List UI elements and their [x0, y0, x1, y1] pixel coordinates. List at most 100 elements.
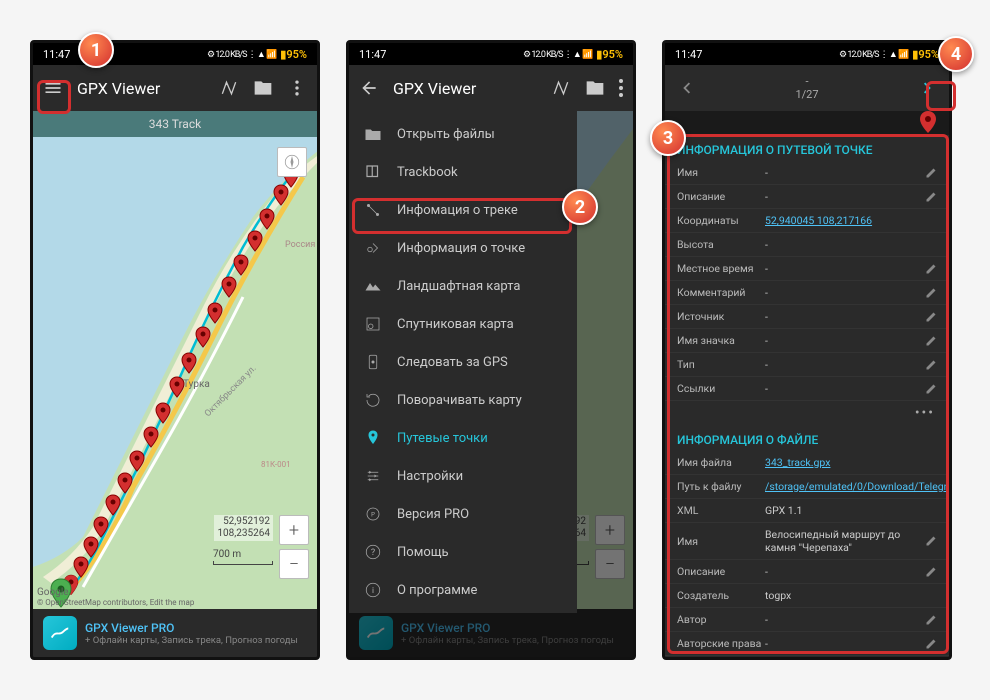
info-label: Описание — [677, 565, 765, 578]
info-value: - — [765, 286, 925, 299]
waypoint-nav-bar: -1/27 — [665, 65, 949, 111]
info-row: Местное время- — [665, 257, 949, 281]
drawer-item-pro[interactable]: PВерсия PRO — [349, 495, 577, 533]
map-attribution: Google© OpenStreetMap contributors, Edit… — [37, 587, 194, 607]
edit-icon[interactable] — [925, 566, 937, 578]
info-label: Ссылки — [677, 382, 765, 395]
drawer-item-satellite[interactable]: Спутниковая карта — [349, 305, 577, 343]
app-title: GPX Viewer — [77, 79, 205, 98]
svg-text:Россия: Россия — [285, 240, 315, 250]
info-label: Высота — [677, 238, 765, 251]
info-row: Имя- — [665, 161, 949, 185]
nav-counter: -1/27 — [697, 75, 917, 101]
info-value: - — [765, 310, 925, 323]
drawer-item-help[interactable]: ? Помощь — [349, 533, 577, 571]
coords-display: 52,952192108,235264 — [214, 515, 273, 541]
edit-icon[interactable] — [925, 287, 937, 299]
drawer-item-gps[interactable]: Следовать за GPS — [349, 343, 577, 381]
info-value[interactable]: /storage/emulated/0/Download/Telegram/34… — [765, 480, 949, 493]
info-label: Описание — [677, 190, 765, 203]
info-row: Время- — [665, 656, 949, 660]
info-row: Создательtogpx — [665, 584, 949, 608]
chevron-right-icon[interactable] — [917, 77, 939, 99]
drawer-item-label: Помощь — [397, 545, 449, 560]
info-row: Имя файла343_track.gpx — [665, 451, 949, 475]
screenshot-2: 11:47 ⚙ 12.0 KB/S ⋮ ▲ 📶▮95% GPX Viewer +… — [346, 40, 636, 660]
info-label: Имя — [677, 535, 765, 548]
info-value[interactable]: 343_track.gpx — [765, 456, 937, 469]
edit-icon[interactable] — [925, 191, 937, 203]
drawer-item-book[interactable]: Trackbook — [349, 153, 577, 191]
annotation-badge-4: 4 — [938, 36, 974, 72]
track-name-bar[interactable]: 343 Track — [33, 111, 317, 137]
info-label: XML — [677, 504, 765, 517]
drawer-item-label: Версия PRO — [397, 507, 469, 522]
drawer-item-label: Открыть файлы — [397, 127, 495, 142]
info-row: Координаты52,940045 108,217166 — [665, 209, 949, 233]
edit-icon[interactable] — [925, 614, 937, 626]
edit-icon[interactable] — [925, 311, 937, 323]
help-icon: ? — [363, 543, 383, 561]
map-viewport[interactable]: Октябрьская ул. Турка 81К-001 Россия — [33, 137, 317, 609]
info-row: Автор- — [665, 608, 949, 632]
info-value: - — [765, 637, 925, 650]
drawer-item-waypoint-info[interactable]: Информация о точке — [349, 229, 577, 267]
zoom-in-button[interactable]: + — [279, 515, 309, 545]
drawer-item-label: О программе — [397, 583, 477, 598]
info-row: Комментарий- — [665, 281, 949, 305]
map-route-icon[interactable] — [551, 78, 571, 98]
scale-bar: 700 m — [213, 549, 273, 565]
info-row: Ссылки- — [665, 377, 949, 401]
book-icon — [363, 163, 383, 181]
drawer-item-settings[interactable]: Настройки — [349, 457, 577, 495]
promo-subtitle: + Офлайн карты, Запись трека, Прогноз по… — [85, 635, 307, 646]
back-arrow-icon[interactable] — [359, 78, 379, 98]
info-label: Имя — [677, 166, 765, 179]
info-value: - — [765, 358, 925, 371]
info-label: Автор — [677, 613, 765, 626]
compass-button[interactable] — [277, 147, 307, 177]
promo-banner[interactable]: GPX Viewer PRO + Офлайн карты, Запись тр… — [33, 609, 317, 657]
svg-text:Турка: Турка — [183, 379, 210, 390]
folder-icon[interactable] — [253, 78, 273, 98]
info-value: - — [765, 334, 925, 347]
more-vert-icon[interactable] — [619, 79, 623, 97]
svg-text:i: i — [372, 586, 374, 596]
info-row: XMLGPX 1.1 — [665, 499, 949, 523]
zoom-out-button[interactable]: − — [279, 549, 309, 579]
drawer-item-label: Trackbook — [397, 165, 458, 180]
hamburger-icon[interactable] — [43, 78, 63, 98]
navigation-drawer: Открыть файлы Trackbook Инфомация о треке И… — [349, 111, 577, 613]
edit-icon[interactable] — [925, 263, 937, 275]
more-vert-icon[interactable] — [287, 78, 307, 98]
drawer-item-label: Настройки — [397, 469, 463, 484]
info-value: - — [765, 262, 925, 275]
route-icon — [363, 201, 383, 219]
waypoint-info-panel[interactable]: ИНФОРМАЦИЯ О ПУТЕВОЙ ТОЧКЕ Имя-Описание-… — [665, 111, 949, 660]
edit-icon[interactable] — [925, 383, 937, 395]
more-icon[interactable]: ••• — [665, 401, 949, 425]
drawer-item-label: Информация о точке — [397, 241, 525, 256]
chevron-left-icon[interactable] — [675, 77, 697, 99]
edit-icon[interactable] — [925, 167, 937, 179]
svg-text:?: ? — [371, 548, 375, 558]
drawer-item-about[interactable]: i О программе — [349, 571, 577, 609]
edit-icon[interactable] — [925, 359, 937, 371]
edit-icon[interactable] — [925, 638, 937, 650]
edit-icon[interactable] — [925, 535, 937, 547]
drawer-item-terrain[interactable]: Ландшафтная карта — [349, 267, 577, 305]
drawer-item-label: Следовать за GPS — [397, 355, 508, 370]
map-route-icon[interactable] — [219, 78, 239, 98]
edit-icon[interactable] — [925, 335, 937, 347]
status-battery: ▮95% — [280, 48, 307, 61]
drawer-item-folder-open[interactable]: Открыть файлы — [349, 115, 577, 153]
info-value[interactable]: 52,940045 108,217166 — [765, 214, 937, 227]
drawer-item-rotate[interactable]: Поворачивать карту — [349, 381, 577, 419]
folder-icon[interactable] — [585, 78, 605, 98]
info-value: togpx — [765, 589, 937, 602]
drawer-item-waypoints[interactable]: Путевые точки — [349, 419, 577, 457]
drawer-item-label: Поворачивать карту — [397, 393, 522, 408]
drawer-item-route[interactable]: Инфомация о треке — [349, 191, 577, 229]
info-value: GPX 1.1 — [765, 504, 937, 517]
info-row: ИмяВелосипедный маршрут до камня "Черепа… — [665, 523, 949, 560]
